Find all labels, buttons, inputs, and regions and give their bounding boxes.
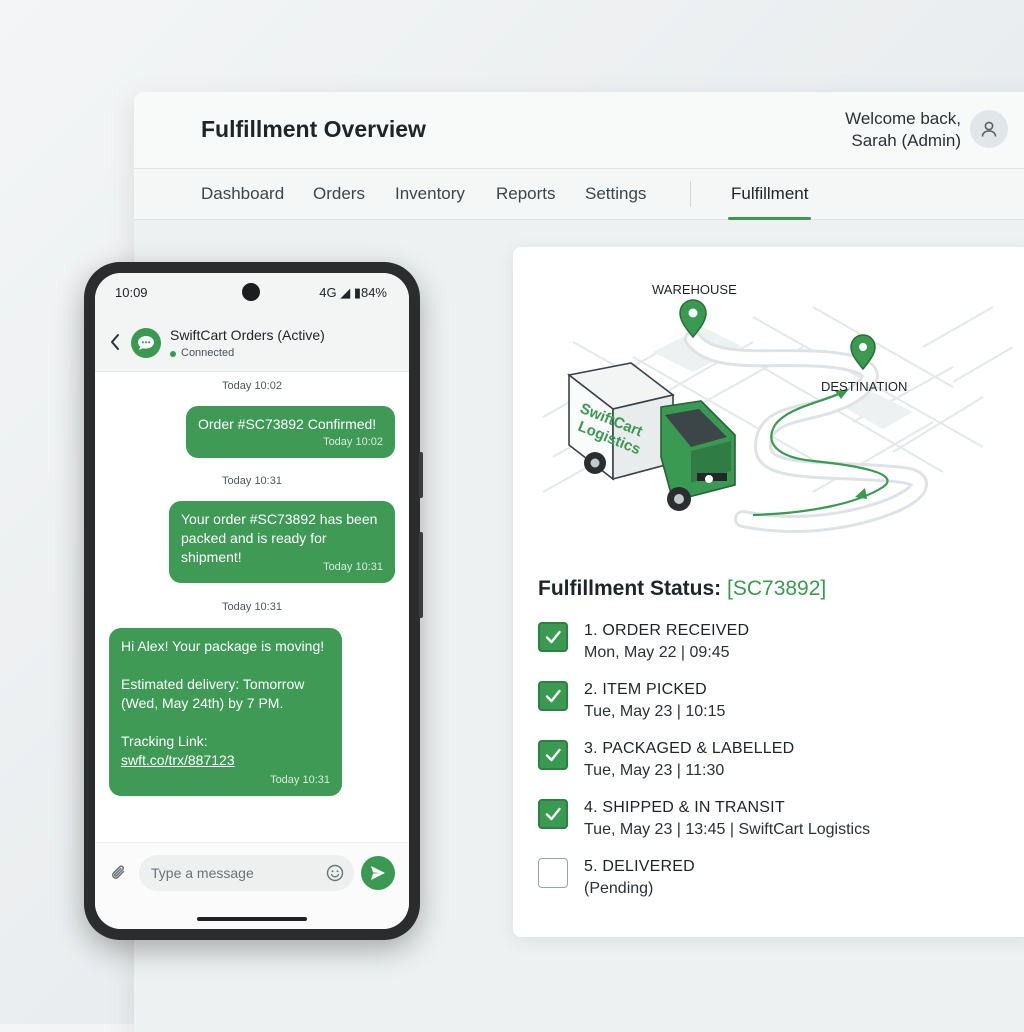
status-title-text: Fulfillment Status:	[538, 577, 722, 600]
checkmark-icon	[545, 748, 561, 762]
welcome-message: Welcome back, Sarah (Admin)	[845, 108, 961, 152]
chat-avatar[interactable]	[131, 328, 161, 358]
user-icon	[981, 121, 997, 137]
nav-orders[interactable]: Orders	[313, 184, 365, 204]
volume-button	[419, 452, 423, 498]
user-name: Sarah (Admin)	[851, 131, 961, 150]
message-input[interactable]	[139, 855, 354, 891]
user-avatar[interactable]	[970, 110, 1008, 148]
phone-screen: 10:09 4G ◢ ▮84% SwiftCart Orders (Active…	[95, 273, 409, 929]
message-bubble[interactable]: Order #SC73892 Confirmed! Today 10:02	[186, 406, 395, 458]
nav-fulfillment[interactable]: Fulfillment	[728, 184, 812, 220]
step-packaged: 3. PACKAGED & LABELLED Tue, May 23 | 11:…	[538, 740, 1018, 784]
online-indicator	[170, 351, 176, 357]
message-text: (Wed, May 24th) by 7 PM.	[121, 695, 284, 711]
page-title: Fulfillment Overview	[201, 116, 426, 142]
active-tab-indicator	[728, 217, 812, 220]
message-text: packed and is ready for	[181, 530, 327, 546]
send-icon	[371, 866, 385, 880]
fulfillment-status-title: Fulfillment Status: [SC73892]	[538, 577, 826, 601]
step-detail: Tue, May 23 | 13:45 | SwiftCart Logistic…	[584, 821, 871, 838]
nav-reports[interactable]: Reports	[496, 184, 556, 204]
nav-dashboard[interactable]: Dashboard	[201, 184, 284, 204]
message-timestamp: Today 10:02	[222, 380, 282, 392]
fulfillment-status-card: WAREHOUSE DESTINATION SwiftCart Logistic…	[513, 247, 1024, 937]
main-nav: Dashboard Orders Inventory Reports Setti…	[134, 169, 1024, 220]
order-id: [SC73892]	[727, 577, 827, 600]
step-title: 3. PACKAGED & LABELLED	[584, 740, 795, 757]
chat-bubble-icon	[138, 336, 154, 350]
message-time: Today 10:31	[270, 774, 330, 786]
tracking-link[interactable]: swft.co/trx/887123	[121, 751, 330, 770]
nav-inventory[interactable]: Inventory	[395, 184, 465, 204]
message-timestamp: Today 10:31	[222, 475, 282, 487]
clock: 10:09	[115, 285, 148, 300]
checkmark-icon	[545, 630, 561, 644]
message-bubble[interactable]: Your order #SC73892 has been packed and …	[169, 501, 395, 583]
step-title: 5. DELIVERED	[584, 858, 695, 875]
destination-label: DESTINATION	[821, 379, 907, 394]
step-title: 4. SHIPPED & IN TRANSIT	[584, 799, 785, 816]
step-title: 2. ITEM PICKED	[584, 681, 707, 698]
message-text	[121, 713, 330, 732]
paperclip-icon[interactable]	[109, 863, 129, 883]
nav-settings[interactable]: Settings	[585, 184, 646, 204]
message-text: Tracking Link:	[121, 733, 208, 749]
window-header: Fulfillment Overview Welcome back, Sarah…	[134, 92, 1024, 169]
step-checkbox[interactable]	[538, 740, 568, 770]
step-detail: Mon, May 22 | 09:45	[584, 644, 730, 661]
nav-divider	[690, 181, 691, 207]
front-camera	[242, 283, 260, 301]
step-detail: Tue, May 23 | 10:15	[584, 703, 726, 720]
message-text: Your order #SC73892 has been	[181, 511, 378, 527]
message-text: Hi Alex! Your package is moving!	[121, 638, 325, 654]
connection-status: Connected	[181, 347, 235, 359]
step-detail: (Pending)	[584, 880, 654, 897]
step-shipped: 4. SHIPPED & IN TRANSIT Tue, May 23 | 13…	[538, 799, 1018, 843]
status-bar: 10:09 4G ◢ ▮84%	[95, 273, 409, 315]
back-arrow-icon[interactable]	[109, 333, 121, 351]
delivery-truck: SwiftCart Logistics	[567, 362, 736, 511]
step-checkbox[interactable]	[538, 622, 568, 652]
chat-header: SwiftCart Orders (Active) Connected	[95, 315, 409, 372]
welcome-line: Welcome back,	[845, 109, 961, 128]
step-order-received: 1. ORDER RECEIVED Mon, May 22 | 09:45	[538, 622, 1018, 666]
delivery-route-map: WAREHOUSE DESTINATION SwiftCart Logistic…	[542, 282, 1014, 533]
checkmark-icon	[545, 689, 561, 703]
message-time: Today 10:31	[323, 561, 383, 573]
step-detail: Tue, May 23 | 11:30	[584, 762, 725, 779]
step-title: 1. ORDER RECEIVED	[584, 622, 750, 639]
warehouse-label: WAREHOUSE	[652, 282, 737, 297]
message-text: Order #SC73892 Confirmed!	[198, 416, 377, 432]
send-button[interactable]	[361, 856, 395, 890]
message-composer	[95, 842, 409, 929]
message-text: Estimated delivery: Tomorrow	[121, 676, 305, 692]
message-time: Today 10:02	[323, 436, 383, 448]
power-button	[419, 532, 423, 618]
route-arrow	[855, 488, 867, 499]
message-text	[121, 656, 330, 675]
step-checkbox[interactable]	[538, 681, 568, 711]
home-indicator	[197, 917, 307, 921]
nav-fulfillment-label: Fulfillment	[731, 184, 809, 203]
phone-device: 10:09 4G ◢ ▮84% SwiftCart Orders (Active…	[84, 262, 423, 940]
chat-title: SwiftCart Orders (Active)	[170, 327, 325, 343]
step-checkbox[interactable]	[538, 799, 568, 829]
message-bubble[interactable]: Hi Alex! Your package is moving! Estimat…	[109, 628, 342, 796]
signal-battery: 4G ◢ ▮84%	[319, 285, 387, 300]
step-checkbox[interactable]	[538, 858, 568, 888]
step-item-picked: 2. ITEM PICKED Tue, May 23 | 10:15	[538, 681, 1018, 725]
emoji-icon[interactable]	[325, 863, 345, 883]
message-timestamp: Today 10:31	[222, 601, 282, 613]
step-delivered: 5. DELIVERED (Pending)	[538, 858, 1018, 902]
checkmark-icon	[545, 807, 561, 821]
